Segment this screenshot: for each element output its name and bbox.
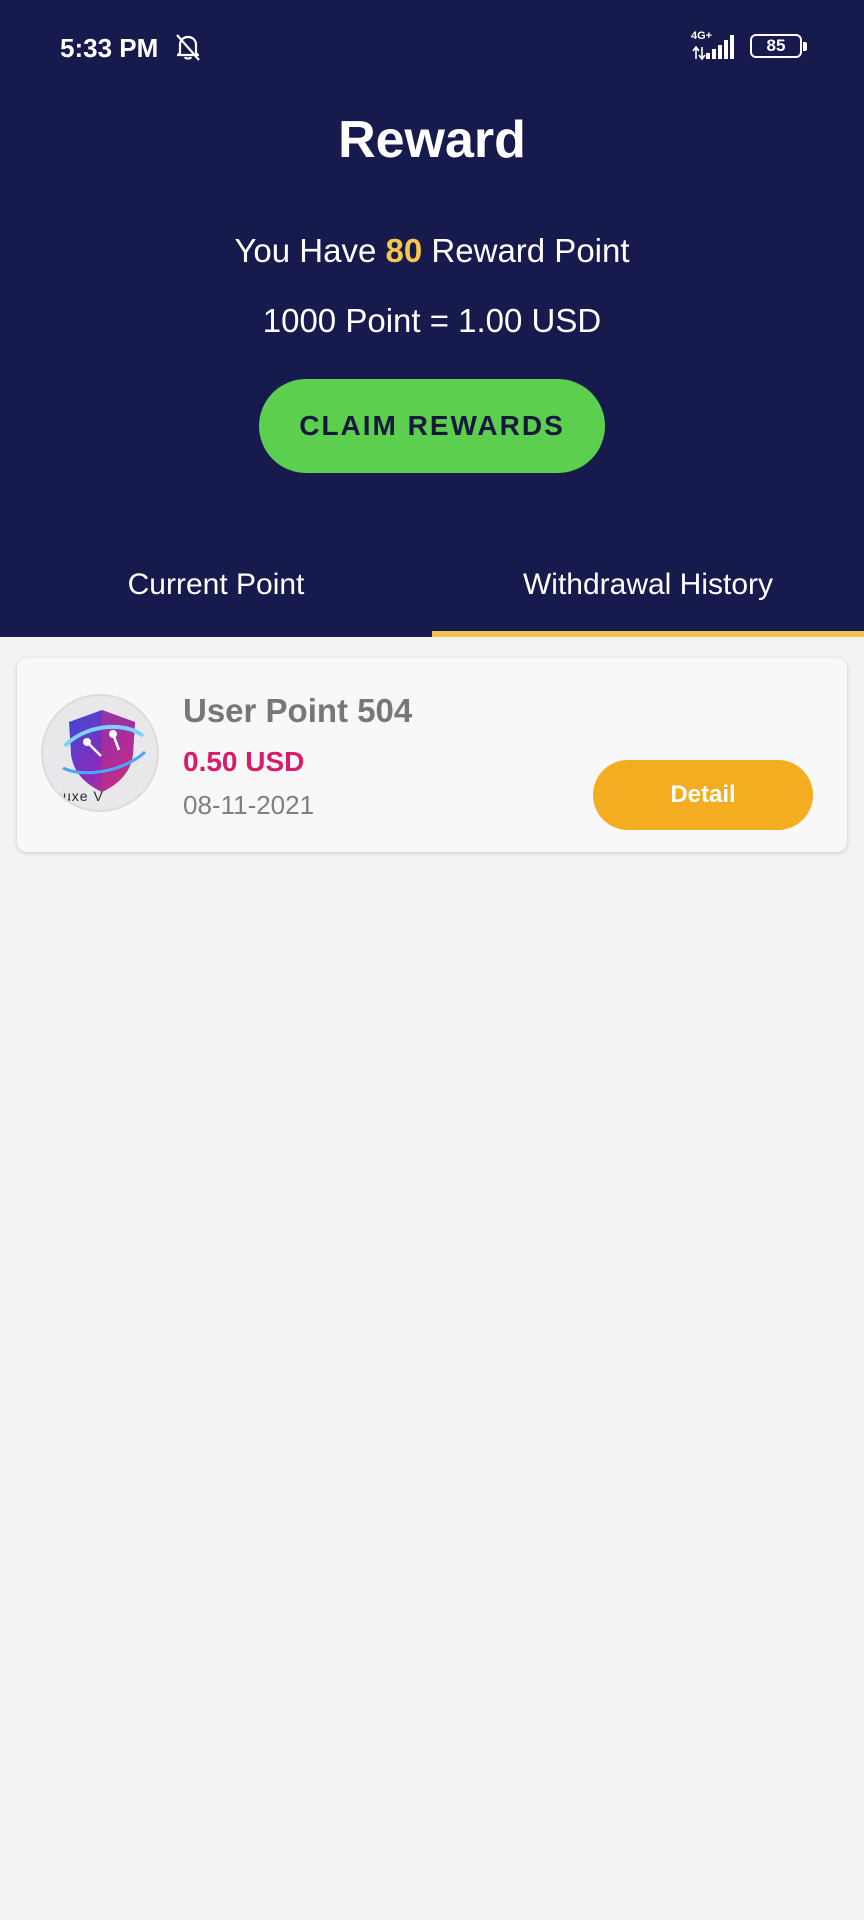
withdrawal-history-item: uxe V User Point 504 0.50 USD 08-11-2021… xyxy=(17,658,847,852)
conversion-rate: 1000 Point = 1.00 USD xyxy=(262,302,602,339)
history-item-amount: 0.50 USD xyxy=(183,746,305,777)
points-suffix: Reward Point xyxy=(431,232,630,269)
bell-off-icon xyxy=(176,34,200,61)
points-prefix: You Have xyxy=(234,232,377,269)
reward-tabs: Current Point Withdrawal History xyxy=(0,548,864,637)
reward-header: 5:33 PM 4G+ 85 Reward You Have 80 Reward… xyxy=(0,0,864,637)
history-item-date: 08-11-2021 xyxy=(183,790,315,820)
status-time: 5:33 PM xyxy=(60,33,159,63)
battery-icon: 85 xyxy=(750,34,807,58)
tab-current-point[interactable]: Current Point xyxy=(0,548,432,637)
signal-icon xyxy=(692,35,734,61)
claim-rewards-button[interactable]: CLAIM REWARDS xyxy=(259,379,605,473)
detail-button[interactable]: Detail xyxy=(593,760,813,830)
app-logo-avatar: uxe V xyxy=(41,694,159,812)
tab-label: Withdrawal History xyxy=(522,568,774,601)
page-title: Reward xyxy=(338,111,526,169)
tab-label: Current Point xyxy=(127,568,305,601)
active-tab-indicator xyxy=(432,631,864,637)
status-bar: 5:33 PM 4G+ 85 xyxy=(0,0,864,95)
reward-points-summary: You Have 80 Reward Point xyxy=(0,232,864,270)
history-item-title: User Point 504 xyxy=(183,692,413,729)
battery-level: 85 xyxy=(766,36,786,55)
points-value: 80 xyxy=(385,232,423,269)
logo-text: uxe V xyxy=(63,788,104,804)
tab-withdrawal-history[interactable]: Withdrawal History xyxy=(432,548,864,637)
